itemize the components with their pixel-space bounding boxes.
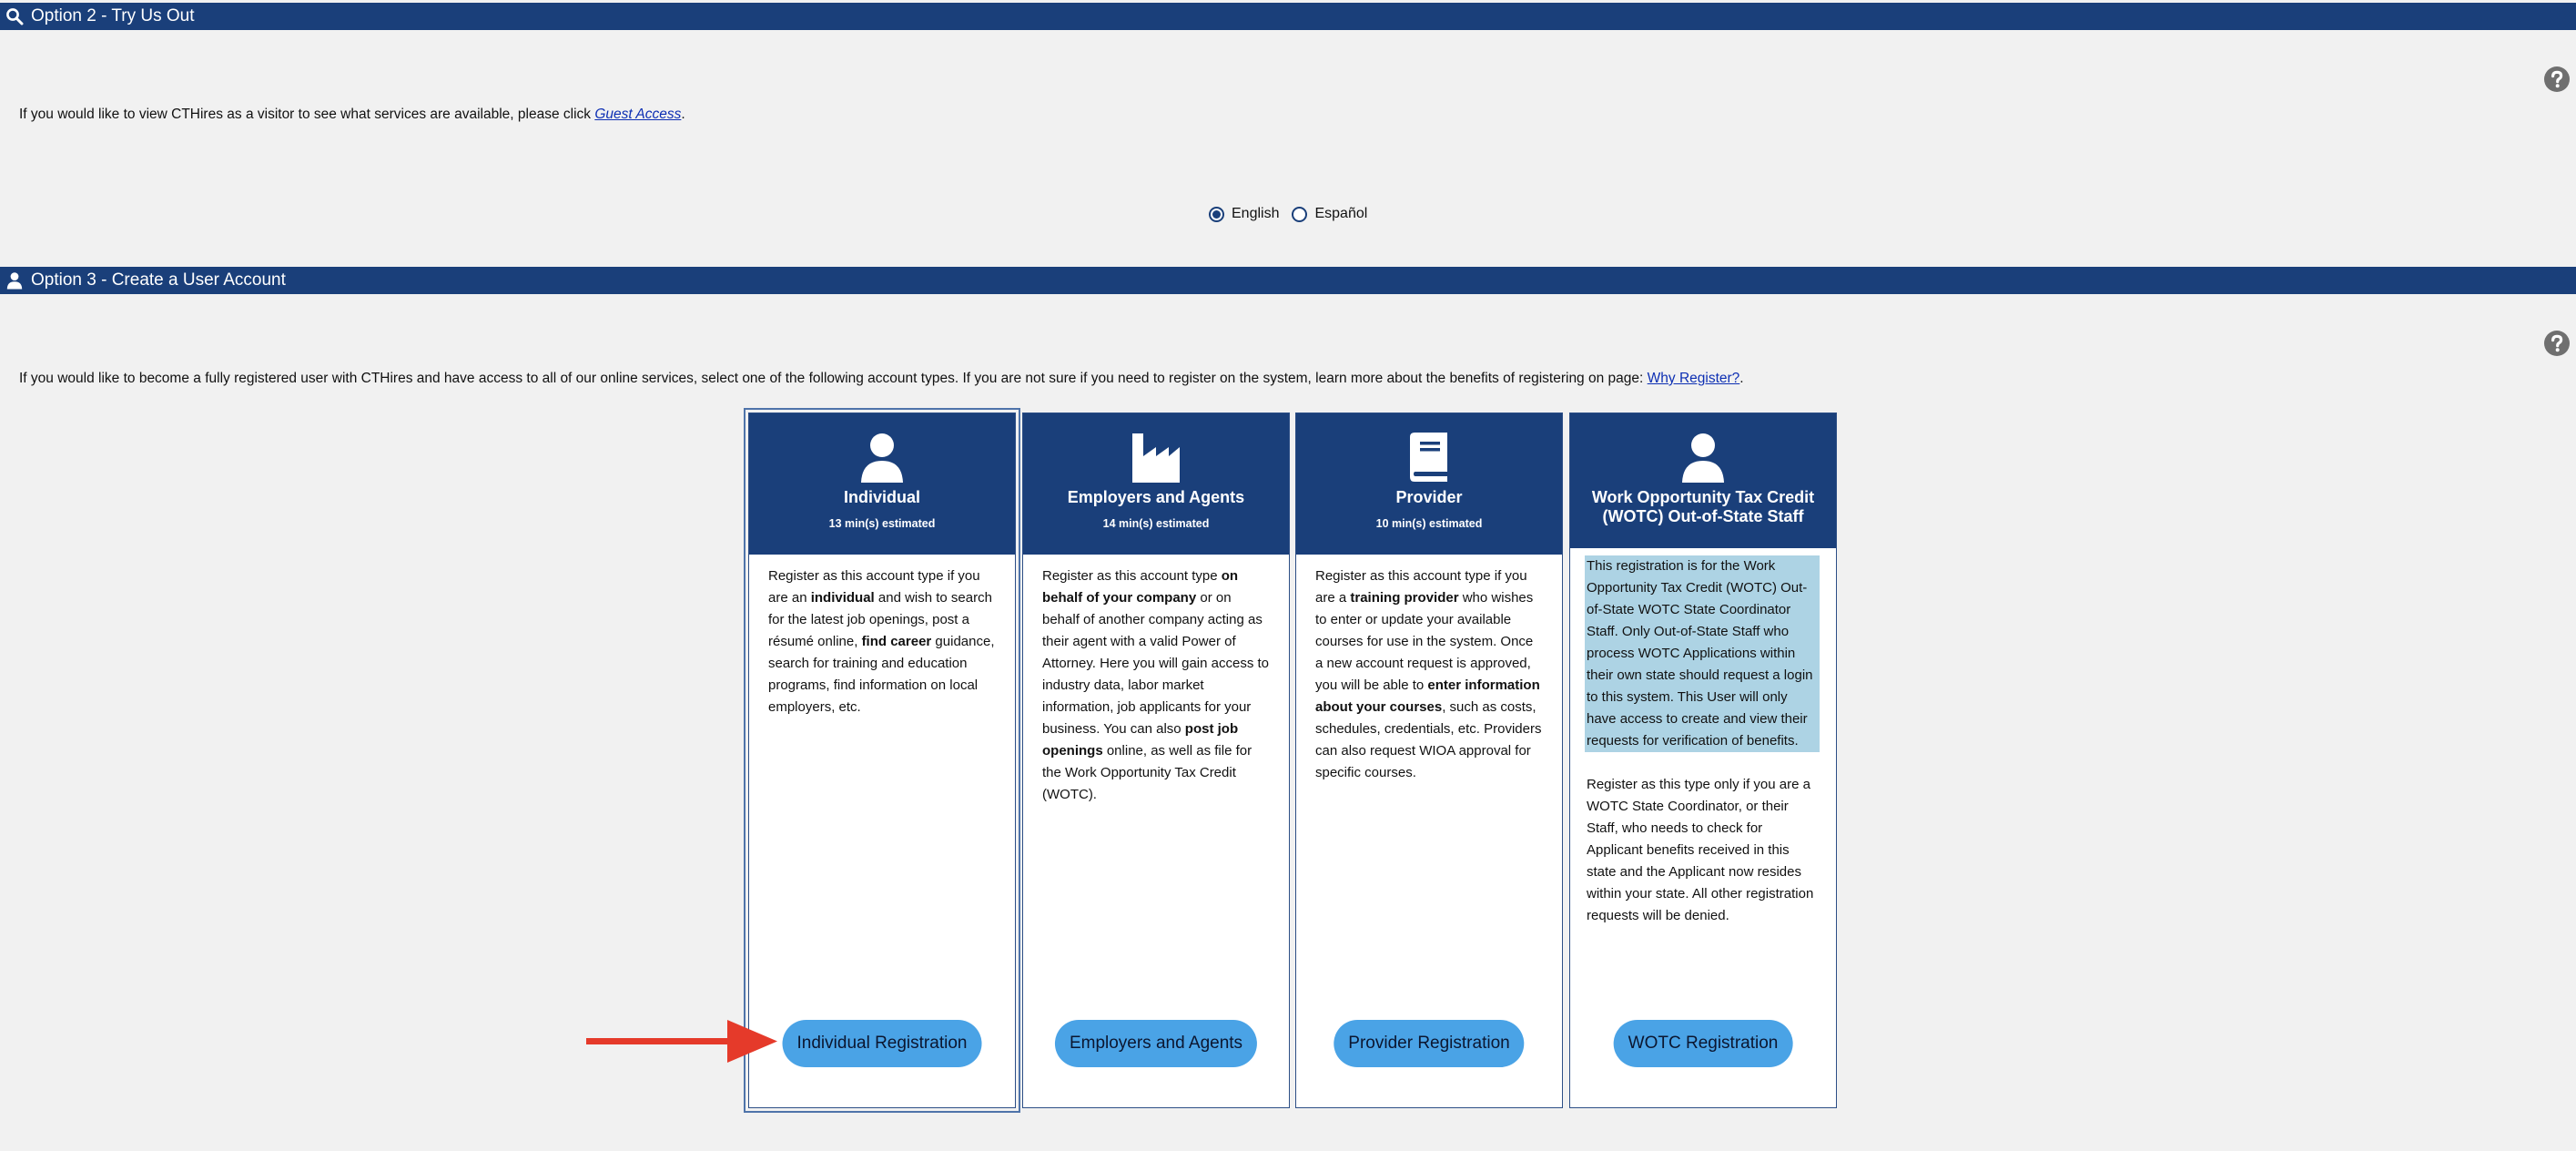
person-icon (1682, 433, 1724, 483)
option2-intro: If you would like to view CTHires as a v… (19, 107, 685, 123)
employers-registration-button[interactable]: Employers and Agents (1054, 1020, 1258, 1067)
question-circle-icon[interactable] (2543, 66, 2571, 93)
guest-access-link[interactable]: Guest Access (594, 107, 681, 122)
option2-title: Option 2 - Try Us Out (31, 6, 195, 25)
option3-header: Option 3 - Create a User Account (0, 267, 2576, 294)
individual-registration-button[interactable]: Individual Registration (782, 1020, 982, 1067)
person-icon (861, 433, 903, 483)
individual-card-time: 13 min(s) estimated (828, 517, 936, 530)
employers-card-title: Employers and Agents (1067, 488, 1245, 506)
individual-card-description: Register as this account type if you are… (768, 568, 995, 715)
provider-card-time: 10 min(s) estimated (1375, 517, 1483, 530)
option3-title: Option 3 - Create a User Account (31, 270, 286, 290)
english-radio[interactable] (1209, 206, 1224, 222)
search-icon (5, 7, 24, 25)
why-register-link[interactable]: Why Register? (1648, 371, 1740, 386)
wotc-highlighted-text: This registration is for the Work Opport… (1585, 555, 1820, 752)
option3-intro-end: . (1739, 371, 1744, 386)
option2-intro-end: . (681, 107, 685, 122)
option3-intro: If you would like to become a fully regi… (19, 371, 1744, 387)
wotc-card-title: Work Opportunity Tax Credit (WOTC) Out-o… (1591, 488, 1815, 525)
language-selector: English Español (1209, 206, 1380, 222)
espanol-label[interactable]: Español (1314, 206, 1367, 222)
wotc-note-text: Register as this type only if you are a … (1587, 777, 1814, 923)
provider-card-title: Provider (1395, 488, 1463, 506)
factory-icon (1132, 433, 1180, 483)
individual-card-title: Individual (843, 488, 920, 506)
wotc-registration-button[interactable]: WOTC Registration (1613, 1020, 1793, 1067)
question-circle-icon[interactable] (2543, 330, 2571, 357)
espanol-radio[interactable] (1292, 206, 1308, 222)
red-arrow-icon (586, 1020, 777, 1063)
employers-card-description: Register as this account type on behalf … (1042, 568, 1270, 802)
provider-card-description: Register as this account type if you are… (1315, 568, 1542, 780)
wotc-card-description: This registration is for the Work Opport… (1570, 548, 1836, 927)
individual-card[interactable]: Individual 13 min(s) estimated Register … (744, 408, 1020, 1113)
provider-card[interactable]: Provider 10 min(s) estimated Register as… (1295, 413, 1563, 1108)
wotc-card-header: Work Opportunity Tax Credit (WOTC) Out-o… (1570, 413, 1836, 548)
employers-card-header: Employers and Agents 14 min(s) estimated (1023, 413, 1289, 555)
user-icon (5, 271, 24, 290)
english-label[interactable]: English (1232, 206, 1279, 222)
individual-card-header: Individual 13 min(s) estimated (749, 413, 1015, 555)
provider-registration-button[interactable]: Provider Registration (1334, 1020, 1525, 1067)
wotc-card[interactable]: Work Opportunity Tax Credit (WOTC) Out-o… (1569, 413, 1837, 1108)
option2-intro-text: If you would like to view CTHires as a v… (19, 107, 595, 122)
employers-card-time: 14 min(s) estimated (1102, 517, 1210, 530)
option3-intro-text: If you would like to become a fully regi… (19, 371, 1648, 386)
book-icon (1410, 433, 1447, 482)
employers-card[interactable]: Employers and Agents 14 min(s) estimated… (1022, 413, 1290, 1108)
provider-card-header: Provider 10 min(s) estimated (1296, 413, 1562, 555)
option2-header: Option 2 - Try Us Out (0, 3, 2576, 30)
